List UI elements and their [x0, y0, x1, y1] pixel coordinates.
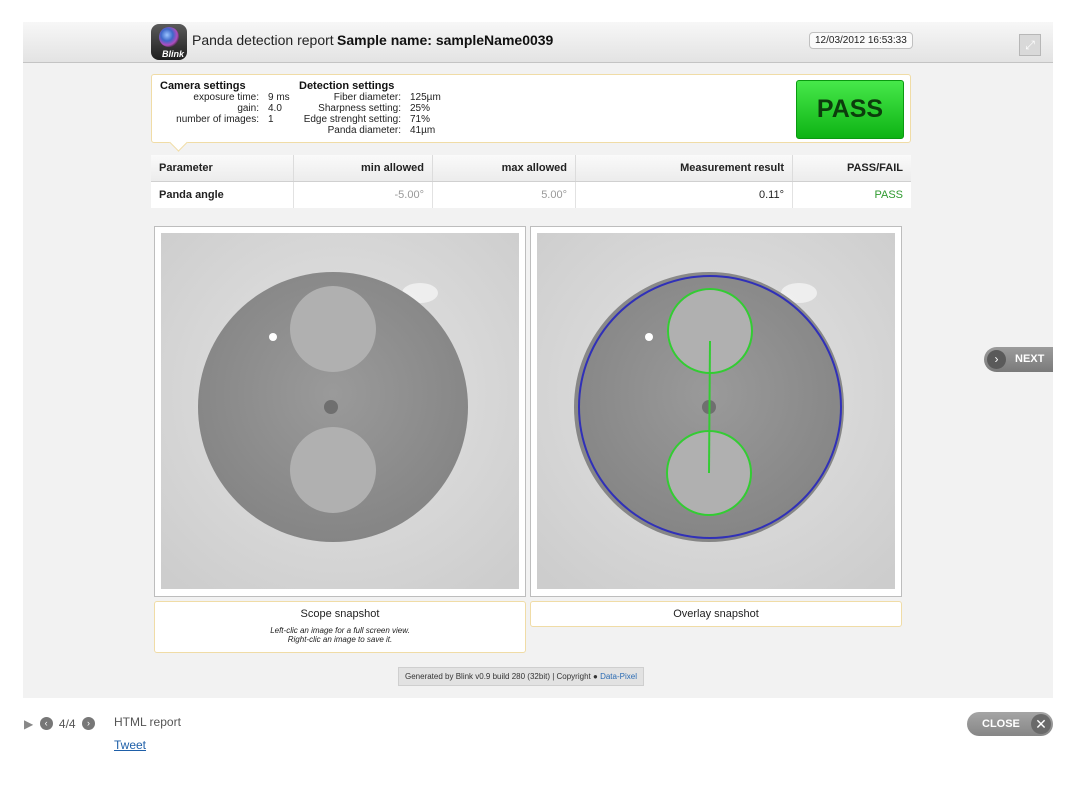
scope-snapshot-panel[interactable]: [154, 226, 526, 597]
report-header: Blink Panda detection report Sample name…: [23, 22, 1053, 63]
camera-settings: Camera settings exposure time: 9 ms gain:…: [160, 80, 290, 126]
generated-by-footer: Generated by Blink v0.9 build 280 (32bit…: [398, 667, 644, 686]
tweet-link[interactable]: Tweet: [114, 738, 146, 752]
lightbox-title: HTML report: [114, 715, 181, 729]
detection-settings: Detection settings Fiber diameter: 125µm …: [291, 80, 441, 137]
overlay-snapshot-image[interactable]: [537, 233, 895, 589]
generated-text: Generated by Blink v0.9 build 280 (32bit…: [405, 672, 591, 681]
column-header: Parameter: [151, 155, 294, 182]
pager: ▶ ‹ 4/4 ›: [24, 716, 98, 731]
setting-value: 9 ms: [268, 92, 290, 103]
close-icon: ✕: [1031, 714, 1051, 734]
sample-name: Sample name: sampleName0039: [337, 32, 554, 48]
setting-value: 71%: [410, 114, 431, 125]
setting-value: 4.0: [268, 103, 282, 114]
overlay-caption: Overlay snapshot: [673, 608, 759, 620]
detection-settings-heading: Detection settings: [299, 80, 395, 92]
report-frame: Blink Panda detection report Sample name…: [23, 22, 1053, 698]
scope-caption: Scope snapshot: [300, 608, 380, 620]
results-table: Parameter min allowed max allowed Measur…: [151, 155, 911, 208]
column-header: Measurement result: [575, 155, 793, 182]
report-title: Panda detection report: [192, 32, 334, 48]
setting-row: Edge strenght setting: 71%: [291, 114, 441, 125]
setting-row: Panda diameter: 41µm: [291, 125, 441, 136]
setting-row: number of images: 1: [160, 114, 290, 125]
scope-snapshot-image[interactable]: [161, 233, 519, 589]
setting-label: exposure time:: [193, 92, 259, 103]
setting-row: Sharpness setting: 25%: [291, 103, 441, 114]
scope-caption-box: Scope snapshot Left-clic an image for a …: [154, 601, 526, 653]
logo-text: Blink: [162, 49, 185, 59]
setting-value: 1: [268, 114, 274, 125]
setting-label: Edge strenght setting:: [303, 114, 401, 125]
setting-label: gain:: [237, 103, 259, 114]
setting-label: Sharpness setting:: [318, 103, 401, 114]
chevron-right-icon: ›: [987, 350, 1006, 369]
camera-lens-icon: [159, 27, 179, 47]
overlay-snapshot-panel[interactable]: [530, 226, 902, 597]
setting-row: gain: 4.0: [160, 103, 290, 114]
next-label: NEXT: [1015, 353, 1045, 365]
close-label: CLOSE: [982, 718, 1020, 730]
play-icon[interactable]: ▶: [24, 717, 33, 731]
setting-value: 125µm: [410, 92, 441, 103]
hint-text: Left-clic an image for a full screen vie…: [155, 626, 525, 644]
close-button[interactable]: CLOSE ✕: [967, 712, 1053, 736]
result-cell: 0.11°: [575, 181, 793, 208]
expand-icon[interactable]: ⤢: [1019, 34, 1041, 56]
column-header: PASS/FAIL: [792, 155, 911, 182]
table-row: Panda angle -5.00° 5.00° 0.11° PASS: [151, 181, 911, 208]
setting-label: Fiber diameter:: [333, 92, 401, 103]
max-cell: 5.00°: [432, 181, 576, 208]
data-pixel-link[interactable]: Data-Pixel: [600, 672, 637, 681]
hint-line-2: Right-clic an image to save it.: [287, 635, 393, 644]
setting-label: Panda diameter:: [327, 125, 401, 136]
hint-line-1: Left-clic an image for a full screen vie…: [270, 626, 410, 635]
setting-label: number of images:: [176, 114, 259, 125]
setting-value: 41µm: [410, 125, 436, 136]
min-cell: -5.00°: [293, 181, 433, 208]
report-datetime: 12/03/2012 16:53:33: [809, 32, 913, 49]
setting-row: exposure time: 9 ms: [160, 92, 290, 103]
camera-settings-heading: Camera settings: [160, 80, 246, 92]
setting-row: Fiber diameter: 125µm: [291, 92, 441, 103]
settings-box: Camera settings exposure time: 9 ms gain:…: [151, 74, 911, 143]
blink-logo: Blink: [151, 24, 187, 60]
previous-icon[interactable]: ‹: [39, 717, 53, 731]
pass-badge: PASS: [796, 80, 904, 139]
overlay-caption-box: Overlay snapshot: [530, 601, 902, 627]
column-header: max allowed: [432, 155, 576, 182]
column-header: min allowed: [293, 155, 433, 182]
parameter-cell: Panda angle: [151, 181, 294, 208]
next-small-icon[interactable]: ›: [81, 717, 95, 731]
next-button[interactable]: › NEXT: [984, 347, 1053, 372]
status-cell: PASS: [874, 189, 903, 201]
data-pixel-logo-icon: ●: [592, 672, 598, 681]
image-counter: 4/4: [58, 716, 76, 731]
table-header-row: Parameter min allowed max allowed Measur…: [151, 155, 911, 182]
setting-value: 25%: [410, 103, 431, 114]
